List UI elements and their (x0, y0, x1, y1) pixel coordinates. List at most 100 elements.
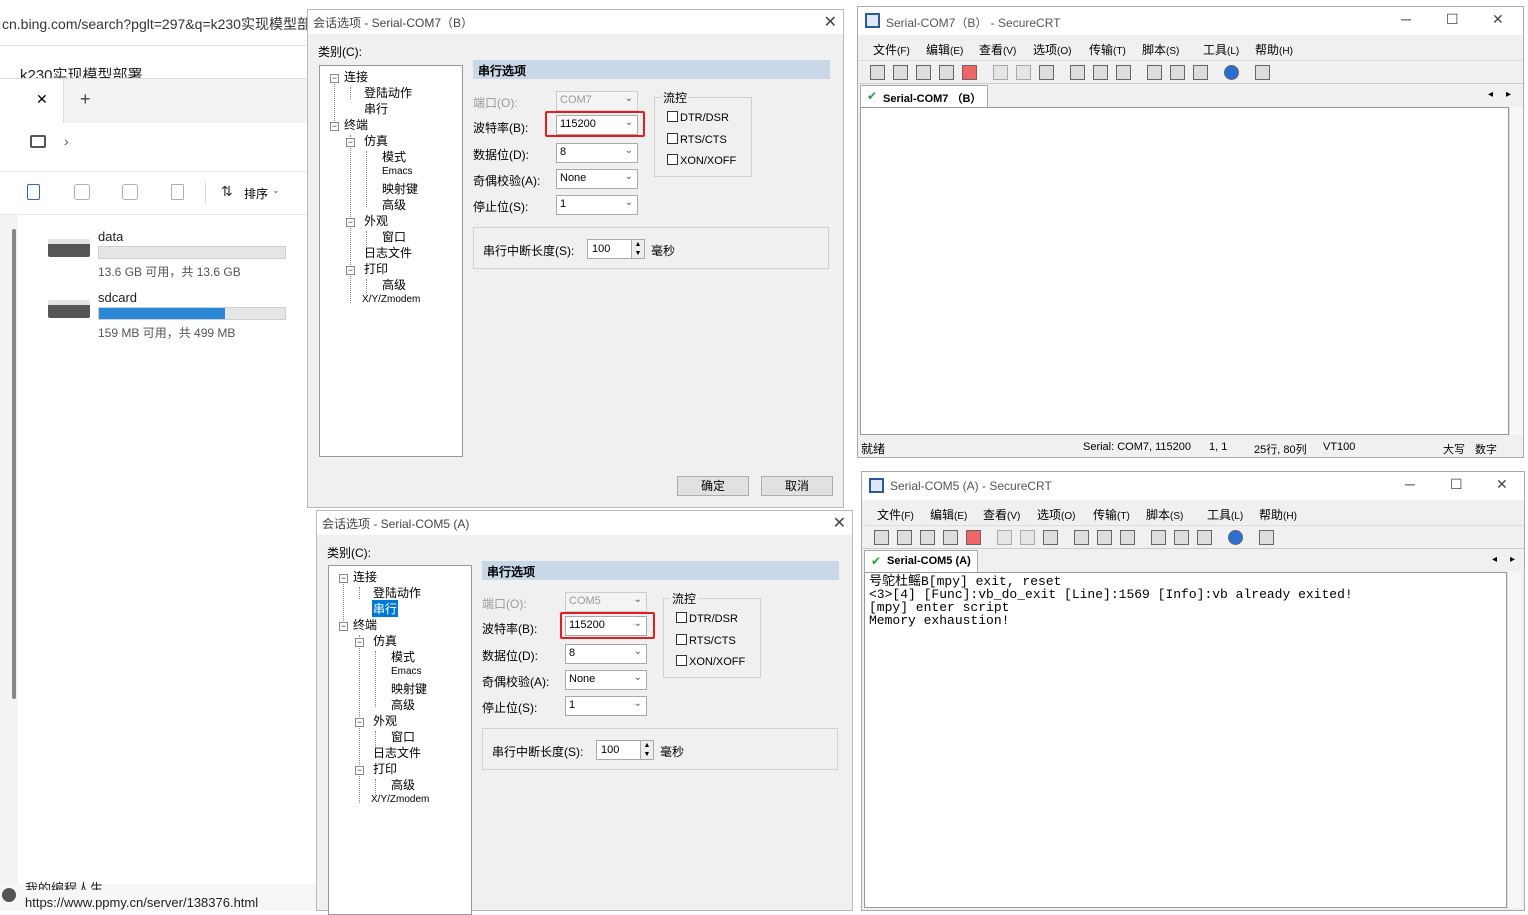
tree-serial[interactable]: 串行 (364, 100, 388, 117)
collapse-icon[interactable]: − (355, 638, 364, 647)
menu-script[interactable]: 脚本(S) (1142, 41, 1179, 58)
explorer-address-bar[interactable]: › (0, 123, 316, 171)
menu-edit[interactable]: 编辑(E) (926, 41, 963, 58)
terminal-scrollbar[interactable] (1507, 572, 1521, 908)
break-length-spinner[interactable]: 100 ▲ ▼ (587, 239, 645, 259)
tree-terminal[interactable]: 终端 (353, 616, 377, 633)
connect-icon[interactable] (874, 530, 889, 545)
paste-icon[interactable] (1016, 65, 1031, 80)
cancel-button[interactable]: 取消 (761, 476, 833, 496)
tab-scroll-right-icon[interactable]: ▸ (1506, 89, 1511, 100)
key-icon[interactable] (1193, 65, 1208, 80)
menu-tools[interactable]: 工具(L) (1207, 506, 1243, 523)
tab-scroll-left-icon[interactable]: ◂ (1488, 89, 1493, 100)
chevron-right-icon[interactable]: › (64, 133, 69, 149)
menu-tools[interactable]: 工具(L) (1203, 41, 1239, 58)
menu-script[interactable]: 脚本(S) (1146, 506, 1183, 523)
tree-print[interactable]: 打印 (364, 260, 388, 277)
help-icon[interactable] (1224, 65, 1239, 80)
tree-print[interactable]: 打印 (373, 760, 397, 777)
explorer-scrollbar[interactable] (12, 229, 16, 699)
paste-icon[interactable] (1020, 530, 1035, 545)
connect-icon[interactable] (870, 65, 885, 80)
tree-advanced[interactable]: 高级 (391, 696, 415, 713)
menu-options[interactable]: 选项(O) (1037, 506, 1075, 523)
tree-emacs[interactable]: Emacs (391, 666, 422, 677)
sort-button[interactable]: 排序 (244, 185, 268, 202)
parity-select[interactable]: None ⌄ (565, 670, 647, 690)
stopbits-select[interactable]: 1 ⌄ (565, 696, 647, 716)
connect-tab-icon[interactable] (920, 530, 935, 545)
close-icon[interactable]: ✕ (1496, 476, 1508, 493)
tree-mapped-keys[interactable]: 映射键 (391, 680, 427, 697)
tree-mapped-keys[interactable]: 映射键 (382, 180, 418, 197)
quick-connect-icon[interactable] (897, 530, 912, 545)
key-icon[interactable] (1197, 530, 1212, 545)
databits-select[interactable]: 8 ⌄ (556, 143, 638, 163)
sort-icon[interactable]: ⇅ (221, 183, 233, 200)
tree-connection[interactable]: 连接 (344, 68, 368, 85)
menu-file[interactable]: 文件(F) (873, 41, 910, 58)
tree-emulation[interactable]: 仿真 (364, 132, 388, 149)
collapse-icon[interactable]: − (330, 74, 339, 83)
reconnect-icon[interactable] (943, 530, 958, 545)
xon-checkbox[interactable]: XON/XOFF (676, 655, 745, 668)
tree-log-file[interactable]: 日志文件 (364, 244, 412, 261)
session-options-icon[interactable] (1151, 530, 1166, 545)
collapse-icon[interactable]: − (346, 266, 355, 275)
menu-help[interactable]: 帮助(H) (1259, 506, 1297, 523)
tree-xyzmodem[interactable]: X/Y/Zmodem (362, 294, 420, 305)
xon-checkbox[interactable]: XON/XOFF (667, 154, 736, 167)
tree-modes[interactable]: 模式 (391, 648, 415, 665)
terminal-com5[interactable]: 号鸵杜鳐B[mpy] exit, reset <3>[4] [Func]:vb_… (864, 572, 1507, 908)
explorer-tab[interactable]: ✕ (0, 79, 64, 123)
collapse-icon[interactable]: − (355, 718, 364, 727)
tree-window[interactable]: 窗口 (382, 228, 406, 245)
keymap-icon[interactable] (1259, 530, 1274, 545)
session-tab-com7[interactable]: ✔ Serial-COM7 （B） (860, 85, 989, 107)
maximize-icon[interactable]: ☐ (1446, 11, 1459, 28)
tree-print-advanced[interactable]: 高级 (382, 276, 406, 293)
disconnect-icon[interactable] (966, 530, 981, 545)
rts-checkbox[interactable]: RTS/CTS (676, 634, 736, 647)
tree-advanced[interactable]: 高级 (382, 196, 406, 213)
collapse-icon[interactable]: − (346, 138, 355, 147)
print-selection-icon[interactable] (1097, 530, 1112, 545)
quick-connect-icon[interactable] (893, 65, 908, 80)
tree-appearance[interactable]: 外观 (373, 712, 397, 729)
menu-edit[interactable]: 编辑(E) (930, 506, 967, 523)
session-options-icon[interactable] (1147, 65, 1162, 80)
ok-button[interactable]: 确定 (677, 476, 749, 496)
break-length-spinner[interactable]: 100 ▲ ▼ (596, 740, 654, 760)
print-screen-icon[interactable] (1074, 530, 1089, 545)
collapse-icon[interactable]: − (330, 122, 339, 131)
menu-help[interactable]: 帮助(H) (1255, 41, 1293, 58)
browser-url[interactable]: cn.bing.com/search?pglt=297&q=k230实现模型部 (2, 14, 311, 34)
printer-icon[interactable] (1116, 65, 1131, 80)
printer-icon[interactable] (1120, 530, 1135, 545)
tree-xyzmodem[interactable]: X/Y/Zmodem (371, 794, 429, 805)
parity-select[interactable]: None ⌄ (556, 169, 638, 189)
connect-tab-icon[interactable] (916, 65, 931, 80)
collapse-icon[interactable]: − (346, 218, 355, 227)
session-tab-com5[interactable]: ✔ Serial-COM5 (A) (864, 550, 978, 572)
databits-select[interactable]: 8 ⌄ (565, 644, 647, 664)
delete-icon[interactable] (171, 184, 184, 200)
share-icon[interactable] (122, 184, 138, 200)
print-screen-icon[interactable] (1070, 65, 1085, 80)
close-icon[interactable]: ✕ (1492, 11, 1504, 28)
rename-icon[interactable] (74, 184, 90, 200)
menu-transfer[interactable]: 传输(T) (1093, 506, 1130, 523)
keymap-icon[interactable] (1255, 65, 1270, 80)
disconnect-icon[interactable] (962, 65, 977, 80)
tree-emacs[interactable]: Emacs (382, 166, 413, 177)
copy-icon[interactable] (993, 65, 1008, 80)
menu-options[interactable]: 选项(O) (1033, 41, 1071, 58)
rts-checkbox[interactable]: RTS/CTS (667, 133, 727, 146)
status-url[interactable]: https://www.ppmy.cn/server/138376.html (25, 895, 258, 910)
close-icon[interactable]: ✕ (824, 12, 837, 32)
reconnect-icon[interactable] (939, 65, 954, 80)
tab-close-icon[interactable]: ✕ (36, 91, 48, 108)
tab-scroll-right-icon[interactable]: ▸ (1510, 554, 1515, 565)
stopbits-select[interactable]: 1 ⌄ (556, 195, 638, 215)
